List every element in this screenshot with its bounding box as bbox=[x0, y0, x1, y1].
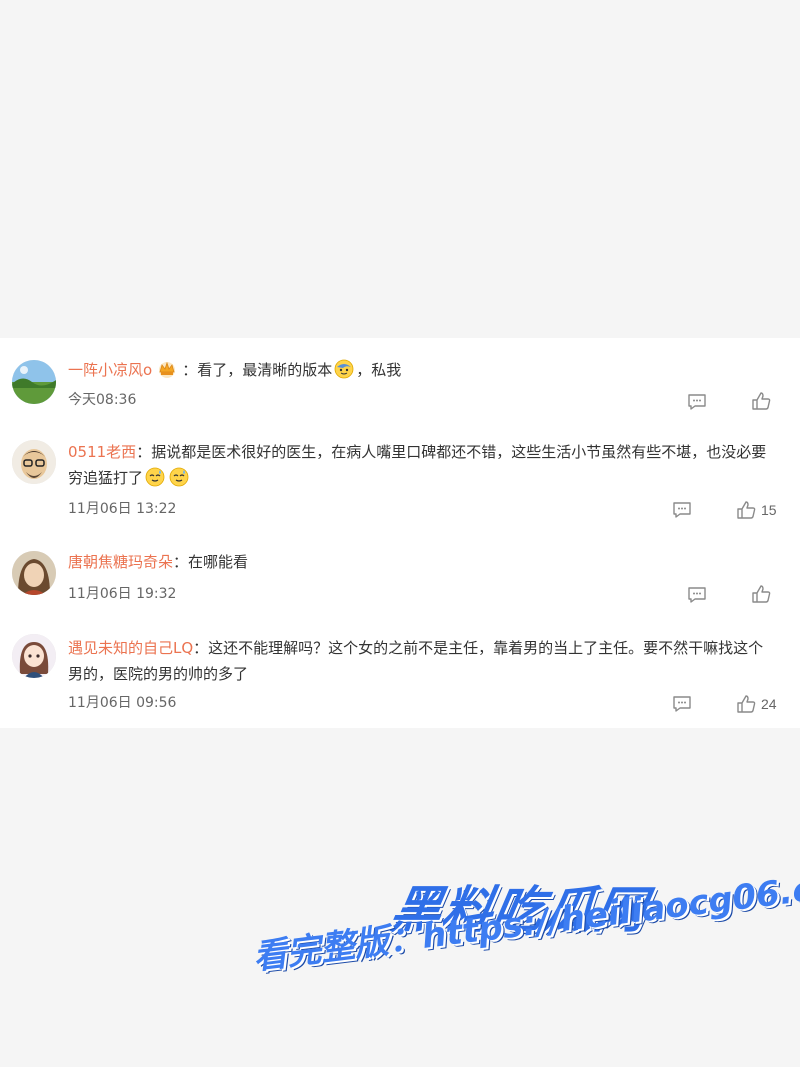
crown-badge-icon bbox=[156, 360, 178, 378]
like-button[interactable]: 24 bbox=[735, 693, 777, 715]
thumbs-up-icon bbox=[752, 392, 771, 410]
comment-text: ：在哪能看 bbox=[173, 553, 249, 571]
comment-body: 唐朝焦糖玛奇朵：在哪能看 bbox=[68, 549, 760, 575]
comment-time: 11月06日 09:56 bbox=[68, 695, 177, 711]
thumbs-up-icon bbox=[737, 695, 756, 713]
username-link[interactable]: 遇见未知的自己LQ bbox=[68, 639, 193, 657]
top-blank-area bbox=[0, 0, 800, 338]
comment-time: 11月06日 13:22 bbox=[68, 501, 177, 517]
sweat-smile-emoji-icon bbox=[169, 467, 189, 487]
sweat-smile-emoji-icon bbox=[145, 467, 165, 487]
avatar[interactable] bbox=[12, 360, 56, 404]
comment-body: 一阵小凉风o ：看了，最清晰的版本 ，私我 bbox=[68, 357, 760, 383]
thumbs-up-icon bbox=[737, 501, 756, 519]
avatar[interactable] bbox=[12, 551, 56, 595]
reply-button[interactable] bbox=[671, 499, 693, 521]
username-link[interactable]: 唐朝焦糖玛奇朵 bbox=[68, 553, 173, 571]
like-count: 15 bbox=[761, 502, 777, 518]
comment-list: 一阵小凉风o ：看了，最清晰的版本 ，私我 今天08:36 0511老西：据说都是医… bbox=[0, 338, 800, 728]
like-count: 24 bbox=[761, 696, 777, 712]
like-button[interactable] bbox=[750, 390, 776, 412]
comment-icon bbox=[673, 502, 691, 518]
comment-body: 遇见未知的自己LQ：这还不能理解吗？这个女的之前不是主任，靠着男的当上了主任。要… bbox=[68, 635, 768, 687]
reply-button[interactable] bbox=[686, 584, 708, 606]
comment-icon bbox=[673, 696, 691, 712]
thumbs-up-icon bbox=[752, 585, 771, 603]
avatar[interactable] bbox=[12, 440, 56, 484]
like-button[interactable]: 15 bbox=[735, 499, 777, 521]
watermark: 黑料吃瓜网 看完整版：https://heiliaocg06.com bbox=[200, 862, 800, 1060]
comment-text-tail: ，私我 bbox=[356, 361, 402, 379]
comment-time: 11月06日 19:32 bbox=[68, 586, 177, 602]
like-button[interactable] bbox=[750, 583, 776, 605]
comment-text: ：看了，最清晰的版本 bbox=[182, 361, 333, 379]
weibo-emoji-icon bbox=[334, 359, 354, 379]
avatar[interactable] bbox=[12, 634, 56, 678]
comment-icon bbox=[688, 394, 706, 410]
comment-body: 0511老西：据说都是医术很好的医生，在病人嘴里口碑都还不错，这些生活小节虽然有… bbox=[68, 439, 768, 491]
reply-button[interactable] bbox=[671, 693, 693, 715]
comment-time: 今天08:36 bbox=[68, 392, 137, 408]
reply-button[interactable] bbox=[686, 391, 708, 413]
username-link[interactable]: 0511老西 bbox=[68, 443, 136, 461]
username-link[interactable]: 一阵小凉风o bbox=[68, 361, 152, 379]
comment-icon bbox=[688, 587, 706, 603]
